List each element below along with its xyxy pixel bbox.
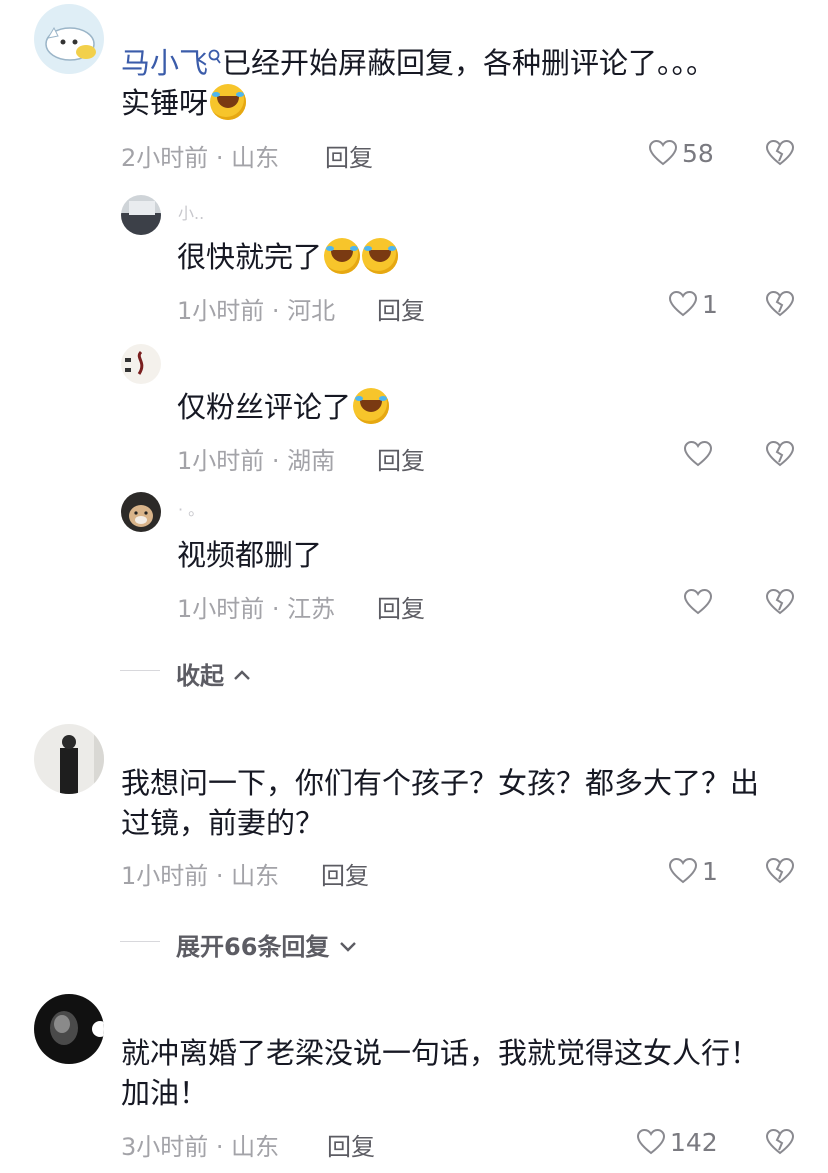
heart-outline-icon[interactable] (668, 857, 698, 885)
comment-meta: 2小时前 · 山东 (121, 144, 280, 172)
laugh-cry-emoji-icon (324, 238, 361, 274)
laugh-cry-emoji-icon (362, 238, 399, 274)
reply-meta: 1小时前 · 河北 (177, 297, 336, 325)
chevron-up-icon (232, 668, 252, 682)
avatar[interactable] (121, 195, 161, 235)
like-count: 58 (682, 139, 714, 168)
reply-text: 仅粉丝评论了 (177, 390, 352, 424)
broken-heart-icon[interactable] (765, 139, 795, 167)
reply-button[interactable]: 回复 (321, 856, 369, 891)
divider-line (120, 670, 160, 671)
collapse-label: 收起 (176, 662, 224, 690)
reply-text: 视频都删了 (177, 538, 323, 572)
comment-meta: 3小时前 · 山东 (121, 1133, 280, 1161)
laugh-cry-emoji-icon (353, 388, 390, 424)
avatar[interactable] (121, 344, 161, 384)
heart-outline-icon[interactable] (648, 139, 678, 167)
broken-heart-icon[interactable] (765, 857, 795, 885)
like-count: 1 (702, 857, 718, 886)
like-count: 1 (702, 290, 718, 319)
avatar[interactable] (34, 724, 104, 794)
broken-heart-icon[interactable] (765, 1128, 795, 1156)
heart-outline-icon[interactable] (668, 290, 698, 318)
expand-replies-button[interactable]: 展开66条回复 (176, 927, 358, 962)
broken-heart-icon[interactable] (765, 290, 795, 318)
laugh-cry-emoji-icon (210, 84, 247, 120)
comment-text-line2-wrap: 实锤呀 (121, 82, 247, 124)
collapse-replies-button[interactable]: 收起 (176, 656, 252, 691)
comment-text-line1: 我想问一下，你们有个孩子？女孩？都多大了？出 (121, 766, 760, 800)
divider-line (120, 941, 160, 942)
reply-button[interactable]: 回复 (327, 1127, 375, 1162)
expand-label: 展开66条回复 (176, 933, 330, 961)
broken-heart-icon[interactable] (765, 440, 795, 468)
username[interactable]: · 。 (178, 496, 204, 520)
like-count: 142 (670, 1128, 718, 1157)
comment-meta: 1小时前 · 山东 (121, 862, 280, 890)
user-mention[interactable]: 马小飞 (121, 46, 208, 80)
comment-text-line1: 已经开始屏蔽回复，各种删评论了。。。 (222, 46, 716, 80)
reply-button[interactable]: 回复 (377, 589, 425, 624)
username[interactable]: 小.. (178, 200, 204, 224)
reply-text: 很快就完了 (177, 240, 323, 274)
avatar[interactable] (121, 492, 161, 532)
reply-button[interactable]: 回复 (377, 441, 425, 476)
reply-meta: 1小时前 · 江苏 (177, 595, 336, 623)
comment-text: 马小飞 已经开始屏蔽回复，各种删评论了。。。 (121, 42, 715, 84)
heart-outline-icon[interactable] (683, 588, 713, 616)
comment-text-line2: 实锤呀 (121, 86, 209, 120)
avatar-cat-image (45, 26, 96, 61)
avatar[interactable] (34, 4, 104, 74)
chevron-down-icon (338, 939, 358, 953)
reply-text-wrap: 很快就完了 (177, 236, 399, 278)
avatar[interactable] (34, 994, 104, 1064)
comment-text-line2: 过镜，前妻的？ (121, 806, 325, 840)
reply-button[interactable]: 回复 (325, 138, 373, 173)
comment-text-line1: 就冲离婚了老梁没说一句话，我就觉得这女人行！ (121, 1036, 760, 1070)
comment-text-line2: 加油！ (121, 1076, 209, 1110)
search-icon[interactable] (208, 49, 222, 65)
heart-outline-icon[interactable] (683, 440, 713, 468)
heart-outline-icon[interactable] (636, 1128, 666, 1156)
reply-meta: 1小时前 · 湖南 (177, 447, 336, 475)
reply-button[interactable]: 回复 (377, 291, 425, 326)
reply-text-wrap: 仅粉丝评论了 (177, 386, 390, 428)
broken-heart-icon[interactable] (765, 588, 795, 616)
